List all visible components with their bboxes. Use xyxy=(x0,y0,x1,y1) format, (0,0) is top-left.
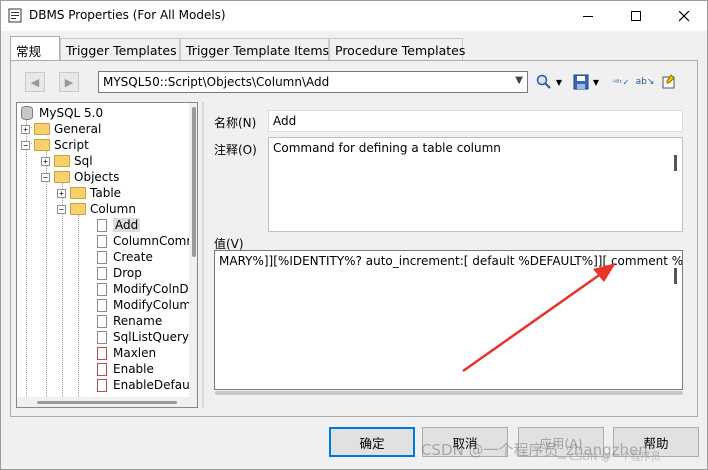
dbms-properties-window: DBMS Properties (For All Models) 常规 Trig… xyxy=(0,0,708,470)
ok-button[interactable]: 确定 xyxy=(329,427,415,457)
annotation-arrow xyxy=(462,263,616,373)
watermark-sub: CSDN @一个程序员 xyxy=(569,452,661,463)
